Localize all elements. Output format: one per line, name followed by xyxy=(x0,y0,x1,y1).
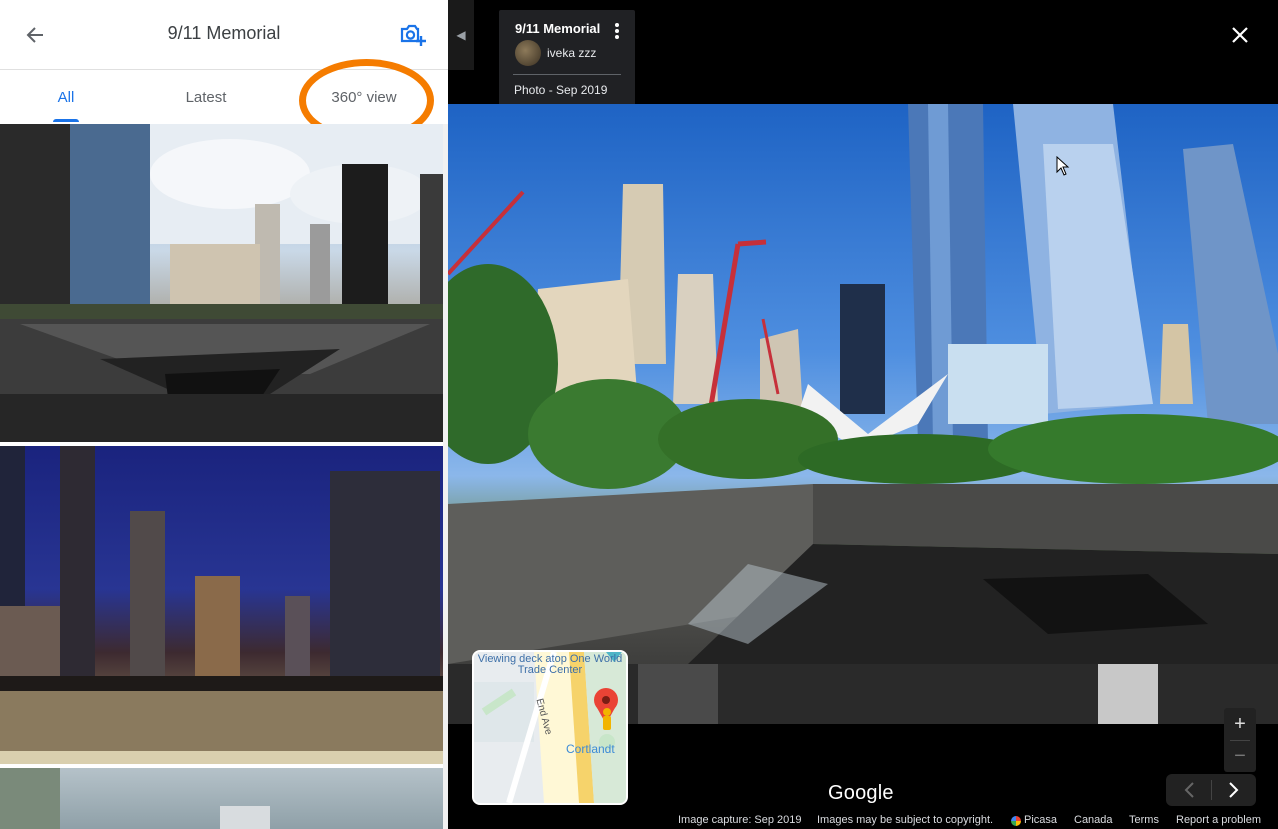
memorial-pool-day-image xyxy=(0,124,443,442)
contributor-name[interactable]: iveka zzz xyxy=(547,46,596,60)
zoom-in-button[interactable]: + xyxy=(1224,708,1256,740)
close-icon xyxy=(1232,27,1248,43)
next-photo-button[interactable] xyxy=(1211,774,1256,806)
panel-title: 9/11 Memorial xyxy=(167,23,281,43)
photos-panel: 9/11 Memorial All Latest 360° view xyxy=(0,0,448,829)
plus-icon: + xyxy=(1234,712,1246,735)
photo-thumbnail[interactable] xyxy=(0,124,443,442)
avatar[interactable] xyxy=(515,40,541,66)
minimap-street-label: Cortlandt xyxy=(566,742,615,756)
terms-link[interactable]: Terms xyxy=(1129,814,1159,826)
minimap[interactable]: End Ave Viewing deck atop One World Trad… xyxy=(472,650,628,805)
triangle-left-icon: ◀ xyxy=(456,28,466,42)
info-title: 9/11 Memorial xyxy=(515,21,601,36)
divider xyxy=(513,74,621,75)
report-problem-link[interactable]: Report a problem xyxy=(1176,814,1261,826)
close-button[interactable] xyxy=(1226,21,1254,49)
back-button[interactable] xyxy=(18,19,52,51)
photo-viewer: ◀ 9/11 Memorial iveka zzz Photo - Sep 20… xyxy=(448,0,1278,829)
mouse-cursor-icon xyxy=(1056,156,1070,176)
minus-icon: − xyxy=(1234,744,1246,767)
zoom-out-button[interactable]: − xyxy=(1224,740,1256,772)
photo-date: Photo - Sep 2019 xyxy=(514,83,608,97)
arrow-left-icon xyxy=(26,27,43,43)
chevron-right-icon xyxy=(1228,782,1238,798)
memorial-pool-night-image xyxy=(0,446,443,764)
memorial-pool-photo xyxy=(448,104,1278,724)
building-image xyxy=(0,768,270,829)
more-vert-icon xyxy=(615,23,619,39)
main-photo[interactable] xyxy=(448,104,1278,724)
photo-navigation xyxy=(1166,774,1256,806)
tab-bar: All Latest 360° view xyxy=(0,70,448,124)
photo-thumbnail[interactable] xyxy=(0,446,443,764)
zoom-control: + − xyxy=(1224,708,1256,772)
app: 9/11 Memorial All Latest 360° view ◀ 9/1… xyxy=(0,0,1278,829)
copyright-notice: Images may be subject to copyright. xyxy=(817,814,994,826)
photo-thumbnail[interactable] xyxy=(0,768,443,829)
tab-all[interactable]: All xyxy=(30,70,102,124)
minimap-label: Viewing deck atop One World Trade Center xyxy=(477,653,623,676)
attribution-footer: Image capture: Sep 2019 Images may be su… xyxy=(678,814,1278,829)
image-capture-date: Image capture: Sep 2019 xyxy=(678,814,802,826)
google-logo: Google xyxy=(828,782,894,804)
chevron-left-icon xyxy=(1184,782,1194,798)
camera-plus-icon xyxy=(400,24,426,46)
more-options-button[interactable] xyxy=(610,22,624,40)
picasa-icon xyxy=(1011,816,1021,826)
add-photo-button[interactable] xyxy=(396,18,430,52)
picasa-label: Picasa xyxy=(1024,814,1058,826)
tab-360-view[interactable]: 360° view xyxy=(310,70,418,124)
region-link[interactable]: Canada xyxy=(1074,814,1113,826)
panel-header: 9/11 Memorial xyxy=(0,0,448,70)
previous-photo-button[interactable] xyxy=(1166,774,1211,806)
tab-latest[interactable]: Latest xyxy=(160,70,252,124)
photo-info-card: 9/11 Memorial iveka zzz Photo - Sep 2019 xyxy=(499,10,635,110)
collapse-panel-button[interactable]: ◀ xyxy=(448,0,474,70)
